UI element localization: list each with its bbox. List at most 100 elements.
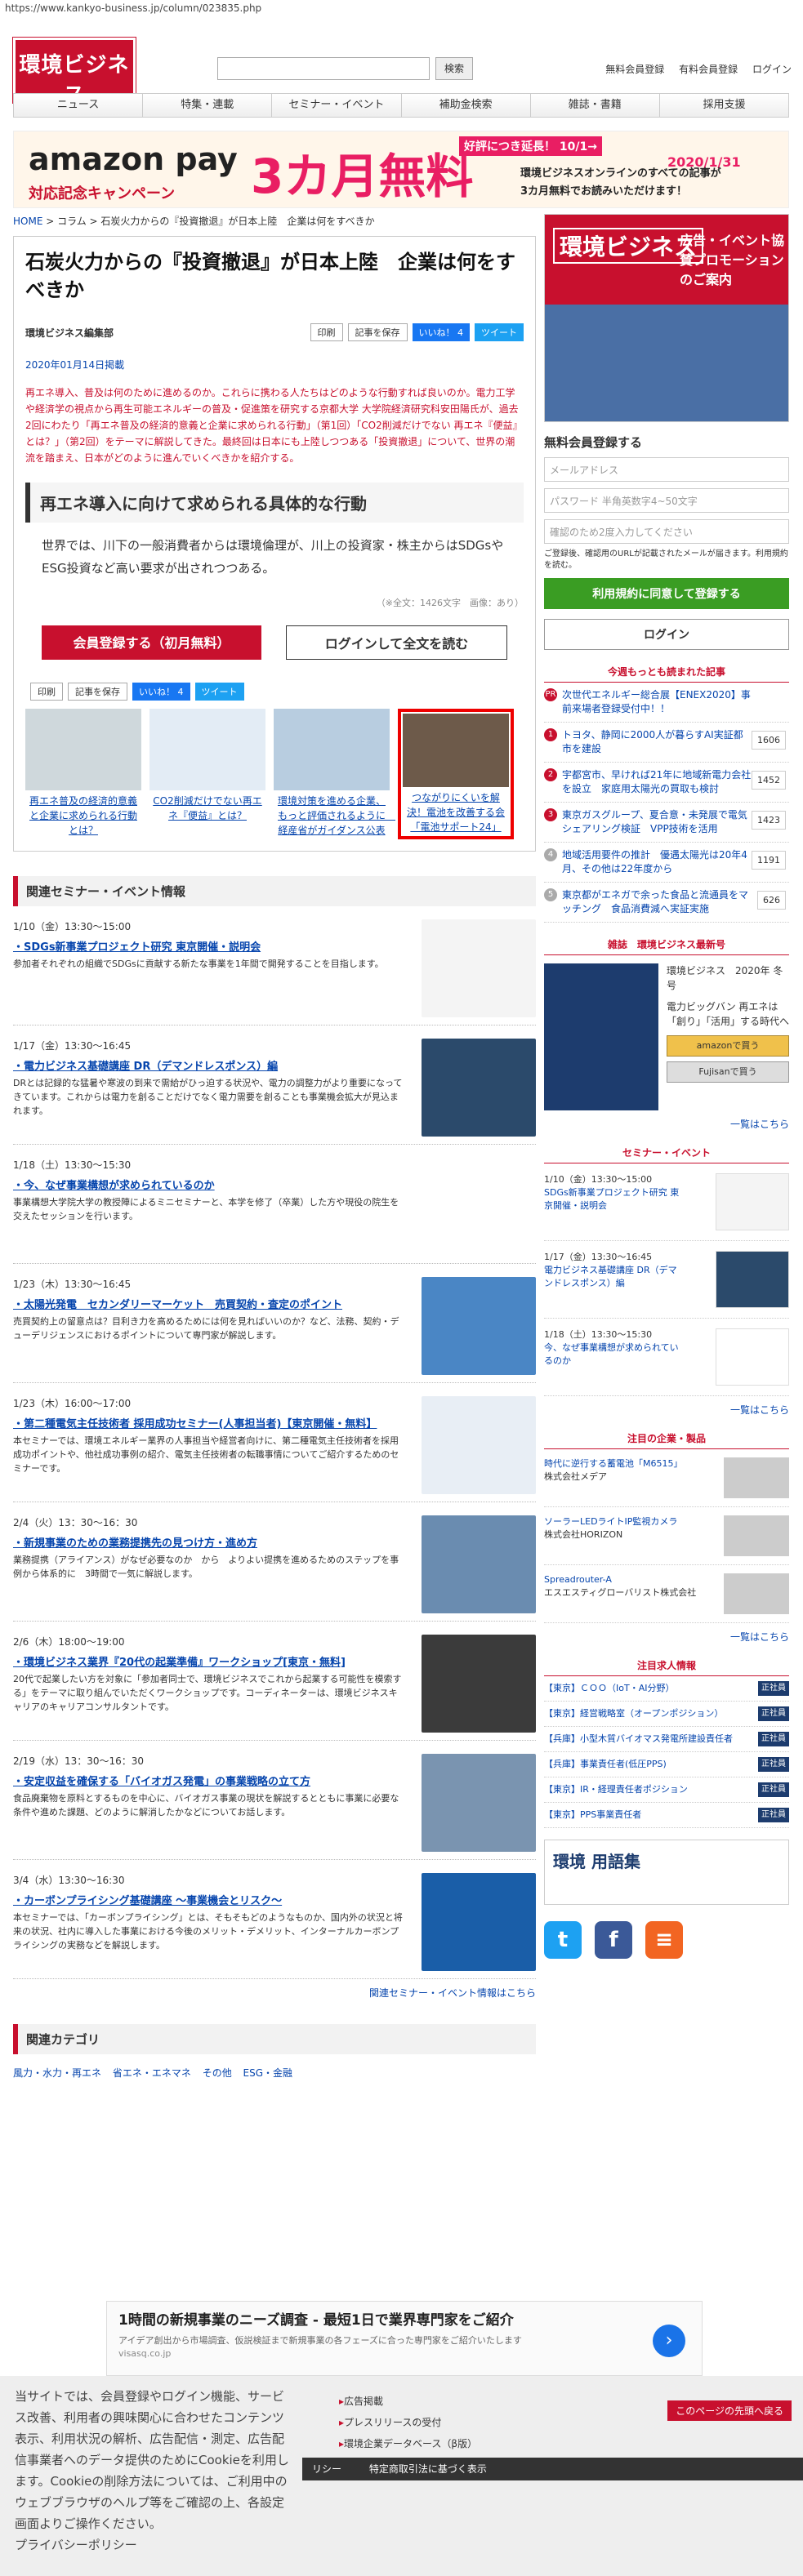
related-link[interactable]: CO2削減だけでない再エネ『便益』とは？	[153, 795, 261, 821]
print-button-2[interactable]: 印刷	[30, 683, 63, 701]
related-article[interactable]: CO2削減だけでない再エネ『便益』とは？	[149, 709, 265, 839]
amazon-buy-button[interactable]: amazonで買う	[667, 1035, 789, 1057]
glossary-banner[interactable]: 環境 用語集	[544, 1840, 789, 1905]
category-link[interactable]: その他	[203, 2067, 232, 2079]
ranking-item[interactable]: PR 次世代エネルギー総合展【ENEX2020】事前来場者登録受付中！！	[544, 683, 789, 723]
campaign-banner[interactable]: amazon pay 対応記念キャンペーン 3カ月無料 好評につき延長！ 10/…	[13, 131, 789, 208]
page-top-button[interactable]: このページの先頭へ戻る	[667, 2400, 792, 2421]
agree-register-button[interactable]: 利用規約に同意して登録する	[544, 578, 789, 609]
register-button[interactable]: 会員登録する（初月無料）	[42, 625, 261, 660]
company-thumb[interactable]	[724, 1573, 789, 1614]
company-item[interactable]: Spreadrouter-A エスエスティグローバリスト株式会社	[544, 1565, 789, 1623]
chevron-right-icon[interactable]: ›	[653, 2325, 685, 2357]
footer-link[interactable]: 環境企業データベース（β版）	[339, 2433, 477, 2454]
sidebar-login-button[interactable]: ログイン	[544, 619, 789, 650]
related-link[interactable]: つながりにくいを解決！電池を改善する会「電池サポート24」	[407, 792, 505, 833]
tweet-button[interactable]: ツイート	[475, 323, 524, 341]
footer-link[interactable]: プレスリリースの受付	[339, 2412, 477, 2433]
job-item[interactable]: 【兵庫】事業責任者(低圧PPS) 正社員	[544, 1752, 789, 1777]
seminar-thumb[interactable]	[422, 1396, 536, 1494]
seminar-thumb[interactable]	[422, 1515, 536, 1613]
rank-title[interactable]: 東京都がエネガで余った食品と流通員をマッチング 食品消費減へ実証実施	[562, 888, 789, 916]
login-read-button[interactable]: ログインして全文を読む	[286, 625, 507, 660]
fujisan-buy-button[interactable]: Fujisanで買う	[667, 1061, 789, 1083]
ranking-item[interactable]: 5 東京都がエネガで余った食品と流通員をマッチング 食品消費減へ実証実施 626	[544, 883, 789, 923]
print-button[interactable]: 印刷	[310, 323, 343, 341]
related-link[interactable]: 再エネ普及の経済的意義と企業に求められる行動とは？	[29, 795, 137, 836]
ranking-item[interactable]: 2 宇都宮市、早ければ21年に地域新電力会社を設立 家庭用太陽光の買取も検討 145…	[544, 763, 789, 803]
tweet-button-2[interactable]: ツイート	[194, 683, 244, 701]
email-field[interactable]: メールアドレス	[544, 457, 789, 482]
seminar-thumb[interactable]	[422, 1635, 536, 1733]
job-item[interactable]: 【兵庫】小型木質バイオマス発電所建設責任者 正社員	[544, 1727, 789, 1752]
job-link[interactable]: 【東京】ＣＯＯ（IoT・AI分野）	[544, 1682, 753, 1695]
company-product[interactable]: ソーラーLEDライトIP監視カメラ	[544, 1515, 677, 1528]
magazine-cover[interactable]	[544, 963, 658, 1110]
seminar-thumb[interactable]	[422, 1277, 536, 1375]
job-link[interactable]: 【兵庫】小型木質バイオマス発電所建設責任者	[544, 1733, 753, 1746]
paid-register-link[interactable]: 有料会員登録	[679, 64, 738, 75]
category-link[interactable]: ESG・金融	[243, 2067, 293, 2079]
side-seminar-thumb[interactable]	[716, 1251, 789, 1308]
side-seminar-thumb[interactable]	[716, 1173, 789, 1230]
rank-title[interactable]: 次世代エネルギー総合展【ENEX2020】事前来場者登録受付中！！	[562, 688, 789, 716]
seminar-thumb[interactable]	[422, 1754, 536, 1852]
side-seminar-item[interactable]: 1/17（金）13:30～16:45 電力ビジネス基礎講座 DR（デマンドレスポン…	[544, 1241, 789, 1319]
login-link[interactable]: ログイン	[752, 64, 792, 75]
side-seminar-item[interactable]: 1/10（金）13:30～15:00 SDGs新事業プロジェクト研究 東京開催・説…	[544, 1163, 789, 1241]
search-button[interactable]: 検索	[435, 57, 473, 80]
job-link[interactable]: 【東京】IR・経理責任者ポジション	[544, 1783, 753, 1796]
footer-bar-link[interactable]: 特定商取引法に基づく表示	[369, 2463, 487, 2475]
nav-feature[interactable]: 特集・連載	[143, 94, 273, 117]
free-register-link[interactable]: 無料会員登録	[605, 64, 664, 75]
ranking-item[interactable]: 3 東京ガスグループ、夏合意・未発展で電気シェアリング検証 VPP技術を活用 142…	[544, 803, 789, 843]
side-seminar-link[interactable]: 今、なぜ事業構想が求められているのか	[544, 1342, 679, 1366]
job-item[interactable]: 【東京】IR・経理責任者ポジション 正社員	[544, 1777, 789, 1803]
nav-recruit[interactable]: 採用支援	[660, 94, 788, 117]
seminar-thumb[interactable]	[422, 1039, 536, 1137]
company-item[interactable]: 時代に逆行する蓄電池「M6515」 株式会社メデア	[544, 1449, 789, 1507]
related-link[interactable]: 環境対策を進める企業、もっと評価されるように 経産省がガイダンス公表	[278, 795, 395, 836]
search-input[interactable]	[217, 57, 430, 80]
footer-link[interactable]: 広告掲載	[339, 2391, 477, 2412]
related-article[interactable]: 環境対策を進める企業、もっと評価されるように 経産省がガイダンス公表	[274, 709, 395, 839]
magazine-more-link[interactable]: 一覧はこちら	[544, 1117, 789, 1131]
facebook-icon[interactable]: f	[595, 1921, 632, 1959]
related-article-selected[interactable]: つながりにくいを解決！電池を改善する会「電池サポート24」	[398, 709, 514, 839]
company-thumb[interactable]	[724, 1515, 789, 1556]
footer-bar-link[interactable]: リシー	[312, 2463, 341, 2475]
nav-subsidy[interactable]: 補助金検索	[402, 94, 531, 117]
password-confirm-field[interactable]: 確認のため2度入力してください	[544, 519, 789, 544]
job-link[interactable]: 【兵庫】事業責任者(低圧PPS)	[544, 1758, 753, 1771]
company-product[interactable]: 時代に逆行する蓄電池「M6515」	[544, 1457, 682, 1470]
seminar-thumb[interactable]	[422, 1873, 536, 1971]
facebook-like-button-2[interactable]: いいね！ 4	[132, 683, 190, 701]
side-seminar-thumb[interactable]	[716, 1328, 789, 1386]
side-seminar-link[interactable]: SDGs新事業プロジェクト研究 東京開催・説明会	[544, 1187, 679, 1211]
side-seminar-item[interactable]: 1/18（土）13:30～15:30 今、なぜ事業構想が求められているのか	[544, 1319, 789, 1396]
breadcrumb-home[interactable]: HOME	[13, 216, 42, 227]
job-item[interactable]: 【東京】ＣＯＯ（IoT・AI分野） 正社員	[544, 1676, 789, 1702]
seminar-thumb[interactable]	[422, 1158, 536, 1256]
ranking-item[interactable]: 4 地域活用要件の推計 優遇太陽光は20年4月、その他は22年度から 1191	[544, 843, 789, 883]
seminar-thumb[interactable]	[422, 919, 536, 1017]
related-article[interactable]: 再エネ普及の経済的意義と企業に求められる行動とは？	[25, 709, 141, 839]
job-link[interactable]: 【東京】PPS事業責任者	[544, 1809, 753, 1822]
rss-icon[interactable]: ≡	[645, 1921, 683, 1959]
nav-news[interactable]: ニュース	[14, 94, 144, 117]
save-article-button[interactable]: 記事を保存	[347, 323, 408, 341]
job-item[interactable]: 【東京】経営戦略室（オープンポジション） 正社員	[544, 1702, 789, 1727]
job-link[interactable]: 【東京】経営戦略室（オープンポジション）	[544, 1707, 753, 1720]
twitter-icon[interactable]: t	[544, 1921, 582, 1959]
job-item[interactable]: 【東京】PPS事業責任者 正社員	[544, 1803, 789, 1828]
side-seminar-more-link[interactable]: 一覧はこちら	[544, 1403, 789, 1417]
privacy-link[interactable]: プライバシーポリシー	[15, 2534, 292, 2556]
company-product[interactable]: Spreadrouter-A	[544, 1573, 696, 1586]
password-field[interactable]: パスワード 半角英数字4~50文字	[544, 488, 789, 513]
category-link[interactable]: 風力・水力・再エネ	[13, 2067, 101, 2079]
nav-seminar[interactable]: セミナー・イベント	[272, 94, 402, 117]
company-thumb[interactable]	[724, 1457, 789, 1498]
category-link[interactable]: 省エネ・エネマネ	[113, 2067, 191, 2079]
facebook-like-button[interactable]: いいね！ 4	[412, 323, 470, 341]
nav-magazine[interactable]: 雑誌・書籍	[531, 94, 660, 117]
